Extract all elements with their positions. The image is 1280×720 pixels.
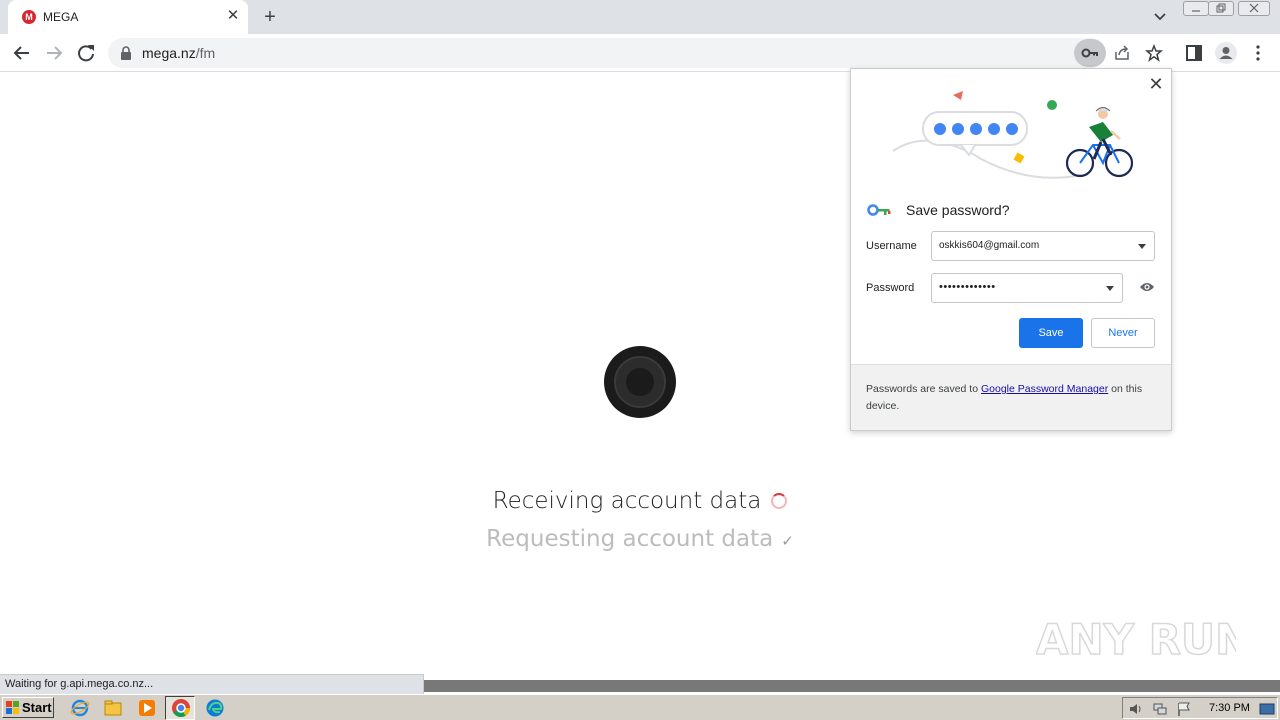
password-key-button[interactable] [1074,39,1106,67]
show-desktop-icon[interactable] [1259,701,1275,717]
chevron-down-icon [1138,244,1146,249]
tab-close-icon[interactable]: ✕ [224,7,242,25]
edge-icon[interactable] [205,698,225,718]
username-label: Username [866,240,917,252]
password-dropdown[interactable]: ••••••••••••• [931,273,1123,303]
start-button[interactable]: Start [2,697,54,718]
windows-taskbar: Start 7:30 PM [0,694,1280,720]
address-bar[interactable]: mega.nz/fm [108,38,1163,68]
windows-flag-icon [6,701,19,714]
restore-button[interactable] [1208,1,1234,16]
completed-status: Requesting account data ✓ [0,526,1280,552]
key-icon [1081,48,1098,58]
url-text: mega.nz/fm [142,45,216,61]
loading-status: Receiving account data [0,488,1280,514]
browser-status-bubble: Waiting for g.api.mega.co.nz... [0,674,424,694]
show-password-eye-icon[interactable] [1139,281,1155,293]
password-label: Password [866,282,915,294]
reload-icon[interactable] [72,39,100,67]
system-tray: 7:30 PM [1122,697,1278,719]
network-icon[interactable] [1152,701,1168,717]
browser-toolbar: mega.nz/fm [0,34,1280,72]
taskbar-clock[interactable]: 7:30 PM [1209,702,1250,714]
minimize-icon [1192,10,1200,12]
tab-title: MEGA [43,10,79,24]
tab-search-icon[interactable] [1150,8,1170,26]
start-label: Start [22,700,52,715]
window-close-icon [1249,3,1259,13]
loading-spinner-icon [771,493,788,509]
anyrun-watermark: ANY RUN [1036,614,1236,665]
never-button[interactable]: Never [1091,318,1155,348]
password-value: ••••••••••••• [939,281,996,293]
dialog-footer: Passwords are saved to Google Password M… [851,364,1171,430]
save-button[interactable]: Save [1019,318,1083,348]
share-icon[interactable] [1113,44,1131,62]
save-password-dialog: ✕ Save password? Username oskkis604@gmai… [850,68,1172,431]
password-illustration [892,91,1134,179]
footer-text: Passwords are saved to Google Password M… [866,383,1143,412]
dialog-heading: Save password? [906,202,1010,218]
dialog-close-icon[interactable]: ✕ [1147,75,1165,93]
window-close-button[interactable] [1238,1,1270,16]
lock-icon[interactable] [120,46,132,60]
volume-icon[interactable] [1128,701,1144,717]
tab-strip: M MEGA ✕ + [0,0,1280,34]
new-tab-button[interactable]: + [258,5,282,29]
svg-text:ANY RUN: ANY RUN [1036,615,1236,664]
action-center-flag-icon[interactable] [1176,701,1192,717]
file-explorer-icon[interactable] [103,698,123,718]
bookmark-star-icon[interactable] [1145,44,1163,62]
tab-mega[interactable]: M MEGA ✕ [8,0,248,34]
back-arrow-icon[interactable] [8,39,36,67]
minimize-button[interactable] [1183,1,1209,16]
logo-center [626,368,654,396]
completed-status-text: Requesting account data [486,526,774,552]
media-player-icon[interactable] [137,698,157,718]
google-password-manager-link[interactable]: Google Password Manager [981,383,1108,395]
loading-bar [424,680,1280,692]
username-dropdown[interactable]: oskkis604@gmail.com [931,231,1155,261]
mega-favicon-icon: M [22,10,36,24]
mega-loading-logo [604,346,676,418]
loading-status-text: Receiving account data [492,488,762,514]
menu-kebab-icon[interactable] [1248,43,1268,63]
internet-explorer-icon[interactable] [70,698,90,718]
chrome-taskbar-button[interactable] [165,696,195,720]
profile-avatar-icon[interactable] [1215,42,1237,64]
chevron-down-icon [1106,286,1114,291]
side-panel-icon[interactable] [1184,43,1204,63]
chrome-icon [172,699,190,718]
forward-arrow-icon[interactable] [40,39,68,67]
google-key-icon [867,204,891,216]
username-value: oskkis604@gmail.com [939,240,1040,251]
checkmark-icon: ✓ [781,532,794,550]
restore-icon [1216,3,1226,13]
